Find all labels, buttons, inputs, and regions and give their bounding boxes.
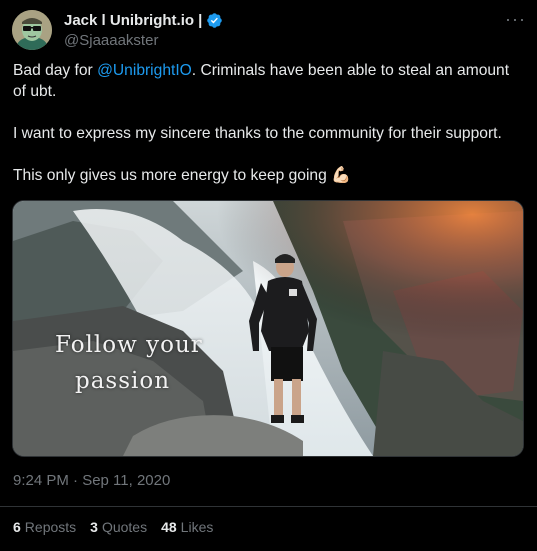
author-name[interactable]: Jack l Unibright.io | <box>64 12 202 29</box>
overlay-line-2: passion <box>75 368 171 394</box>
author-handle[interactable]: @Sjaaaakster <box>64 32 158 49</box>
mention-link[interactable]: @UnibrightIO <box>97 62 192 79</box>
para3-text: This only gives us more energy to keep g… <box>13 167 327 184</box>
reposts-stat[interactable]: 6 Reposts <box>13 519 76 535</box>
verified-badge-icon <box>207 13 223 28</box>
avatar[interactable] <box>12 10 52 50</box>
tweet-paragraph-3: This only gives us more energy to keep g… <box>13 165 525 186</box>
engagement-stats: 6 Reposts 3 Quotes 48 Likes <box>13 519 213 535</box>
flexed-biceps-emoji: 💪🏻 <box>331 167 352 184</box>
tweet-text: Bad day for @UnibrightIO. Criminals have… <box>13 60 525 186</box>
likes-label: Likes <box>180 519 214 535</box>
tweet-paragraph-2: I want to express my sincere thanks to t… <box>13 125 502 142</box>
likes-stat[interactable]: 48 Likes <box>161 519 213 535</box>
divider <box>0 506 537 507</box>
tweet-timestamp[interactable]: 9:24 PM · Sep 11, 2020 <box>13 472 170 489</box>
likes-count: 48 <box>161 519 177 535</box>
quotes-label: Quotes <box>101 519 148 535</box>
quotes-stat[interactable]: 3 Quotes <box>90 519 147 535</box>
tweet-header: Jack l Unibright.io | @Sjaaaakster ··· <box>12 10 525 54</box>
avatar-illustration <box>12 10 52 50</box>
para1-prefix: Bad day for <box>13 62 98 79</box>
author-name-row: Jack l Unibright.io | <box>64 12 223 29</box>
quotes-count: 3 <box>90 519 98 535</box>
reposts-label: Reposts <box>24 519 77 535</box>
overlay-line-1: Follow your <box>55 332 203 358</box>
more-horizontal-icon[interactable]: ··· <box>505 10 525 32</box>
tweet-photo[interactable]: Follow your passion <box>12 200 524 457</box>
reposts-count: 6 <box>13 519 21 535</box>
photo-overlay-text: Follow your passion <box>55 327 205 399</box>
tweet-paragraph-1: Bad day for @UnibrightIO. Criminals have… <box>13 60 525 102</box>
